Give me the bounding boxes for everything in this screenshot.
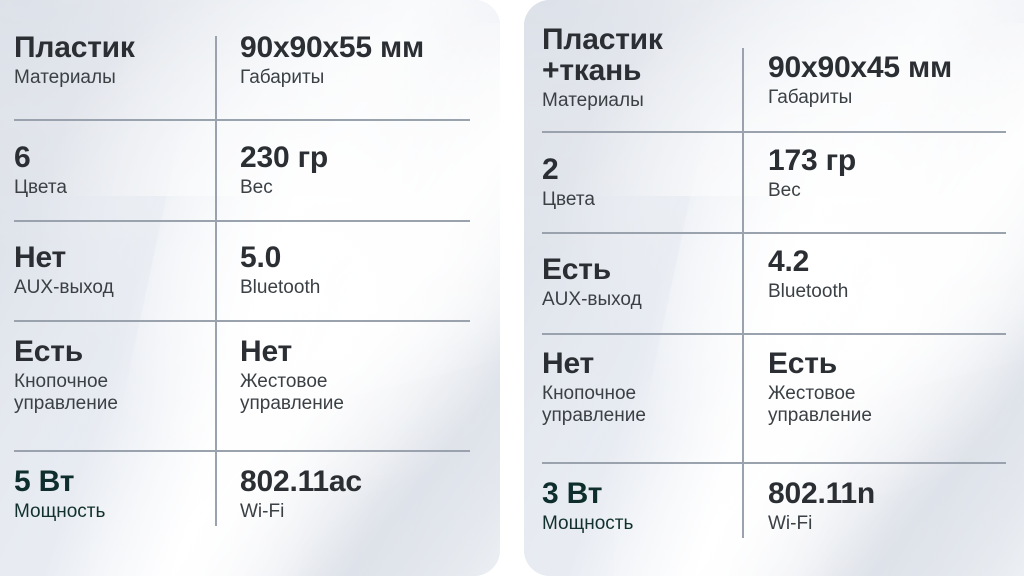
spec-label: Wi-Fi [768, 512, 813, 534]
spec-card-right: Пластик +ткань Материалы 90x90x45 мм Габ… [524, 0, 1024, 576]
spec-label: Габариты [240, 66, 325, 88]
spec-card-left: Пластик Материалы 90x90x55 мм Габариты 6… [0, 0, 500, 576]
spec-value: 173 гр [768, 144, 857, 177]
spec-label: Габариты [768, 86, 853, 108]
spec-value: Пластик [14, 31, 135, 64]
spec-cell-colors: 2 Цвета [542, 153, 738, 211]
spec-cell-aux: Есть AUX-выход [542, 253, 738, 311]
spec-label: Wi-Fi [240, 500, 285, 522]
spec-value: Пластик +ткань [542, 23, 663, 87]
spec-value: Есть [542, 253, 612, 286]
spec-label: Материалы [542, 89, 644, 111]
spec-label: Мощность [14, 500, 106, 522]
spec-label: Bluetooth [240, 276, 321, 298]
spec-comparison-canvas: Пластик Материалы 90x90x55 мм Габариты 6… [0, 0, 1024, 576]
spec-cell-button-control: Нет Кнопочное управление [542, 347, 738, 427]
spec-cell-dimensions: 90x90x55 мм Габариты [240, 31, 490, 89]
spec-value: 5 Вт [14, 465, 75, 498]
spec-label: Мощность [542, 512, 634, 534]
spec-rows: Пластик +ткань Материалы 90x90x45 мм Габ… [524, 0, 1024, 576]
spec-label: Вес [768, 179, 801, 201]
spec-cell-materials: Пластик +ткань Материалы [542, 23, 738, 112]
spec-cell-weight: 230 гр Вес [240, 141, 490, 199]
spec-value: Нет [240, 335, 293, 368]
spec-label: Материалы [14, 66, 116, 88]
spec-grid-right: Пластик +ткань Материалы 90x90x45 мм Габ… [524, 0, 1024, 576]
spec-label: AUX-выход [542, 288, 642, 310]
spec-label: Жестовое управление [240, 370, 344, 414]
spec-value: Нет [542, 347, 595, 380]
spec-cell-button-control: Есть Кнопочное управление [14, 335, 210, 415]
spec-cell-gesture-control: Нет Жестовое управление [240, 335, 490, 415]
spec-label: Цвета [14, 176, 67, 198]
spec-value: 5.0 [240, 241, 282, 274]
spec-value: 4.2 [768, 245, 810, 278]
spec-cell-wifi: 802.11ac Wi-Fi [240, 465, 490, 523]
spec-value: Нет [14, 241, 67, 274]
spec-cell-weight: 173 гр Вес [768, 144, 1018, 202]
spec-value: 802.11n [768, 477, 876, 510]
spec-value: 2 [542, 153, 559, 186]
spec-cell-power: 5 Вт Мощность [14, 465, 210, 523]
spec-cell-bluetooth: 5.0 Bluetooth [240, 241, 490, 299]
spec-value: 802.11ac [240, 465, 362, 498]
spec-cell-power: 3 Вт Мощность [542, 477, 738, 535]
spec-label: Вес [240, 176, 273, 198]
spec-cell-colors: 6 Цвета [14, 141, 210, 199]
spec-cell-gesture-control: Есть Жестовое управление [768, 347, 1018, 427]
spec-rows: Пластик Материалы 90x90x55 мм Габариты 6… [0, 0, 500, 576]
spec-value: 90x90x45 мм [768, 51, 952, 84]
spec-value: Есть [14, 335, 84, 368]
spec-label: AUX-выход [14, 276, 114, 298]
spec-cell-bluetooth: 4.2 Bluetooth [768, 245, 1018, 303]
spec-value: Есть [768, 347, 838, 380]
spec-value: 6 [14, 141, 31, 174]
spec-cell-dimensions: 90x90x45 мм Габариты [768, 51, 1018, 109]
spec-grid-left: Пластик Материалы 90x90x55 мм Габариты 6… [0, 0, 500, 576]
spec-label: Bluetooth [768, 280, 849, 302]
spec-value: 3 Вт [542, 477, 603, 510]
spec-label: Кнопочное управление [542, 382, 646, 426]
spec-label: Цвета [542, 188, 595, 210]
spec-value: 90x90x55 мм [240, 31, 424, 64]
spec-cell-aux: Нет AUX-выход [14, 241, 210, 299]
spec-label: Жестовое управление [768, 382, 872, 426]
spec-value: 230 гр [240, 141, 329, 174]
spec-label: Кнопочное управление [14, 370, 118, 414]
spec-cell-materials: Пластик Материалы [14, 31, 210, 89]
spec-cell-wifi: 802.11n Wi-Fi [768, 477, 1018, 535]
